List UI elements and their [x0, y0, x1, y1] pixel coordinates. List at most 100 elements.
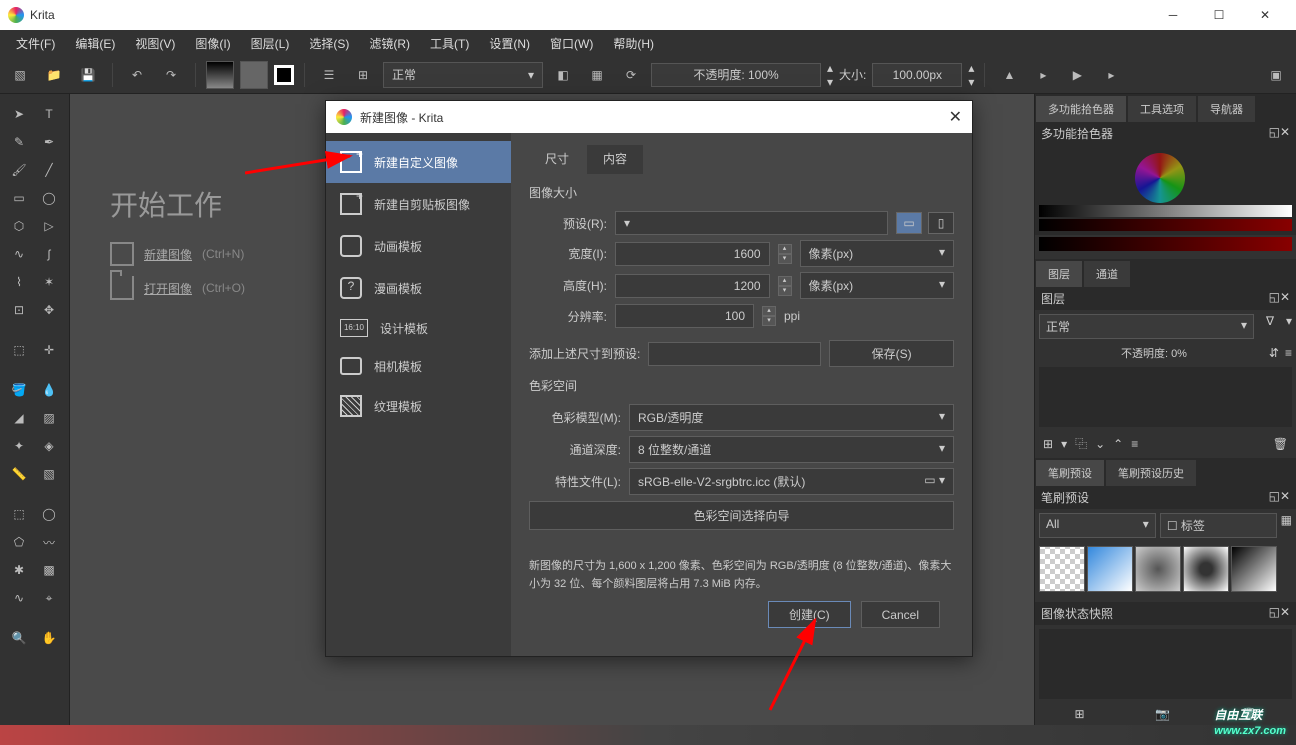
- crop-tool-icon[interactable]: ⬚: [4, 336, 34, 364]
- sidebar-clipboard-image[interactable]: 新建自剪贴板图像: [326, 183, 511, 225]
- channel-depth-select[interactable]: 8 位整数/通道▾: [629, 436, 954, 463]
- measure-tool-icon[interactable]: 📏: [4, 460, 34, 488]
- preset-ink[interactable]: [1231, 546, 1277, 592]
- menu-select[interactable]: 选择(S): [299, 32, 359, 55]
- brush-tool-icon[interactable]: 🖌: [4, 156, 34, 184]
- addpreset-input[interactable]: [648, 342, 821, 366]
- minimize-button[interactable]: ─: [1150, 0, 1196, 30]
- layers-close-icon[interactable]: ✕: [1280, 290, 1290, 307]
- panel-close-icon[interactable]: ✕: [1280, 125, 1290, 142]
- ellipse-tool-icon[interactable]: ◯: [34, 184, 64, 212]
- pattern-tool-icon[interactable]: ▨: [34, 404, 64, 432]
- dialog-tab-size[interactable]: 尺寸: [529, 145, 585, 174]
- calligraphy-icon[interactable]: ✒: [34, 128, 64, 156]
- orientation-portrait[interactable]: ▯: [928, 212, 954, 234]
- delete-layer-icon[interactable]: 🗑: [1273, 437, 1288, 451]
- width-unit-select[interactable]: 像素(px)▾: [800, 240, 955, 267]
- text-tool-icon[interactable]: T: [34, 100, 64, 128]
- new-file-icon[interactable]: ▧: [6, 61, 34, 89]
- polyline-tool-icon[interactable]: ⬡: [4, 212, 34, 240]
- menu-filter[interactable]: 滤镜(R): [359, 32, 420, 55]
- tab-brush-presets[interactable]: 笔刷预设: [1036, 460, 1104, 486]
- select-magnetic-icon[interactable]: ⌖: [34, 584, 64, 612]
- save-preset-button[interactable]: 保存(S): [829, 340, 954, 367]
- pattern-swatch[interactable]: [240, 61, 268, 89]
- sidebar-camera-template[interactable]: 相机模板: [326, 347, 511, 385]
- preset-select[interactable]: ▾: [615, 211, 888, 235]
- preset-view-icon[interactable]: ▦: [1281, 513, 1292, 538]
- menu-help[interactable]: 帮助(H): [603, 32, 664, 55]
- close-button[interactable]: ✕: [1242, 0, 1288, 30]
- resolution-input[interactable]: [615, 304, 754, 328]
- orientation-landscape[interactable]: ▭: [896, 212, 922, 234]
- menu-settings[interactable]: 设置(N): [479, 32, 540, 55]
- multi-brush-icon[interactable]: ✶: [34, 268, 64, 296]
- size-input[interactable]: [872, 63, 962, 87]
- width-spinner[interactable]: ▴▾: [778, 244, 792, 264]
- mirror-v-arrow-icon[interactable]: ▸: [1097, 61, 1125, 89]
- menu-layer[interactable]: 图层(L): [241, 32, 300, 55]
- color-strip1[interactable]: [1039, 205, 1292, 217]
- brush-settings-icon[interactable]: ☰: [315, 61, 343, 89]
- sidebar-comic-template[interactable]: ?漫画模板: [326, 267, 511, 309]
- color-wizard-button[interactable]: 色彩空间选择向导: [529, 501, 954, 530]
- layer-props2-icon[interactable]: ≡: [1131, 437, 1138, 451]
- menu-view[interactable]: 视图(V): [125, 32, 185, 55]
- redo-icon[interactable]: ↷: [157, 61, 185, 89]
- select-poly-icon[interactable]: ⬠: [4, 528, 34, 556]
- color-bar[interactable]: [1039, 237, 1292, 251]
- presets-float-icon[interactable]: ◱: [1269, 489, 1280, 506]
- freehand-path-icon[interactable]: ʃ: [34, 240, 64, 268]
- select-rect-icon[interactable]: ⬚: [4, 500, 34, 528]
- menu-window[interactable]: 窗口(W): [540, 32, 603, 55]
- menu-image[interactable]: 图像(I): [185, 32, 240, 55]
- open-file-icon[interactable]: 📁: [40, 61, 68, 89]
- tab-color-pic[interactable]: 多功能拾色器: [1036, 96, 1126, 122]
- height-spinner[interactable]: ▴▾: [778, 276, 792, 296]
- sidebar-custom-image[interactable]: 新建自定义图像: [326, 141, 511, 183]
- tab-channels[interactable]: 通道: [1084, 261, 1130, 287]
- undo-icon[interactable]: ↶: [123, 61, 151, 89]
- save-file-icon[interactable]: 💾: [74, 61, 102, 89]
- mirror-h-arrow-icon[interactable]: ▸: [1029, 61, 1057, 89]
- preset-filter-select[interactable]: All▾: [1039, 513, 1156, 538]
- select-ellipse-icon[interactable]: ◯: [34, 500, 64, 528]
- mirror-v-icon[interactable]: ▶: [1063, 61, 1091, 89]
- layer-list[interactable]: [1039, 367, 1292, 427]
- move-down-icon[interactable]: ⌄: [1095, 437, 1105, 451]
- sidebar-anim-template[interactable]: 动画模板: [326, 225, 511, 267]
- layer-opacity-spin[interactable]: ⇵: [1269, 346, 1279, 360]
- add-layer-arrow[interactable]: ▾: [1061, 437, 1067, 451]
- move-up-icon[interactable]: ⌃: [1113, 437, 1123, 451]
- create-button[interactable]: 创建(C): [768, 601, 851, 628]
- menu-edit[interactable]: 编辑(E): [65, 32, 125, 55]
- select-contiguous-icon[interactable]: ✱: [4, 556, 34, 584]
- sidebar-design-template[interactable]: 16:10设计模板: [326, 309, 511, 347]
- color-model-select[interactable]: RGB/透明度▾: [629, 404, 954, 431]
- opacity-input[interactable]: [651, 63, 821, 87]
- color-strip2[interactable]: [1039, 219, 1292, 231]
- preset-pencil[interactable]: [1087, 546, 1133, 592]
- preset-airbrush[interactable]: [1183, 546, 1229, 592]
- workspace-icon[interactable]: ▣: [1262, 61, 1290, 89]
- smart-fill-icon[interactable]: ✦: [4, 432, 34, 460]
- pan-tool-icon[interactable]: ✋: [34, 624, 64, 652]
- color-swap-icon[interactable]: [274, 65, 294, 85]
- layer-props-icon[interactable]: ≡: [1285, 346, 1292, 360]
- cancel-button[interactable]: Cancel: [861, 601, 940, 628]
- start-open-link[interactable]: 打开图像 (Ctrl+O): [110, 276, 245, 300]
- polygon-tool-icon[interactable]: ▷: [34, 212, 64, 240]
- color-picker-panel[interactable]: [1035, 145, 1296, 235]
- menu-file[interactable]: 文件(F): [6, 32, 65, 55]
- tab-navigator[interactable]: 导航器: [1198, 96, 1255, 122]
- layer-blend-select[interactable]: 正常▾: [1039, 314, 1254, 339]
- preset-tag-input[interactable]: ☐ 标签: [1160, 513, 1277, 538]
- preset-soft[interactable]: [1135, 546, 1181, 592]
- transform-tool-icon[interactable]: ⊡: [4, 296, 34, 324]
- sidebar-texture-template[interactable]: 纹理模板: [326, 385, 511, 427]
- alpha-lock-icon[interactable]: ▦: [583, 61, 611, 89]
- rect-tool-icon[interactable]: ▭: [4, 184, 34, 212]
- profile-select[interactable]: sRGB-elle-V2-srgbtrc.icc (默认)▭ ▾: [629, 468, 954, 495]
- dialog-tab-content[interactable]: 内容: [587, 145, 643, 174]
- gradient-swatch[interactable]: [206, 61, 234, 89]
